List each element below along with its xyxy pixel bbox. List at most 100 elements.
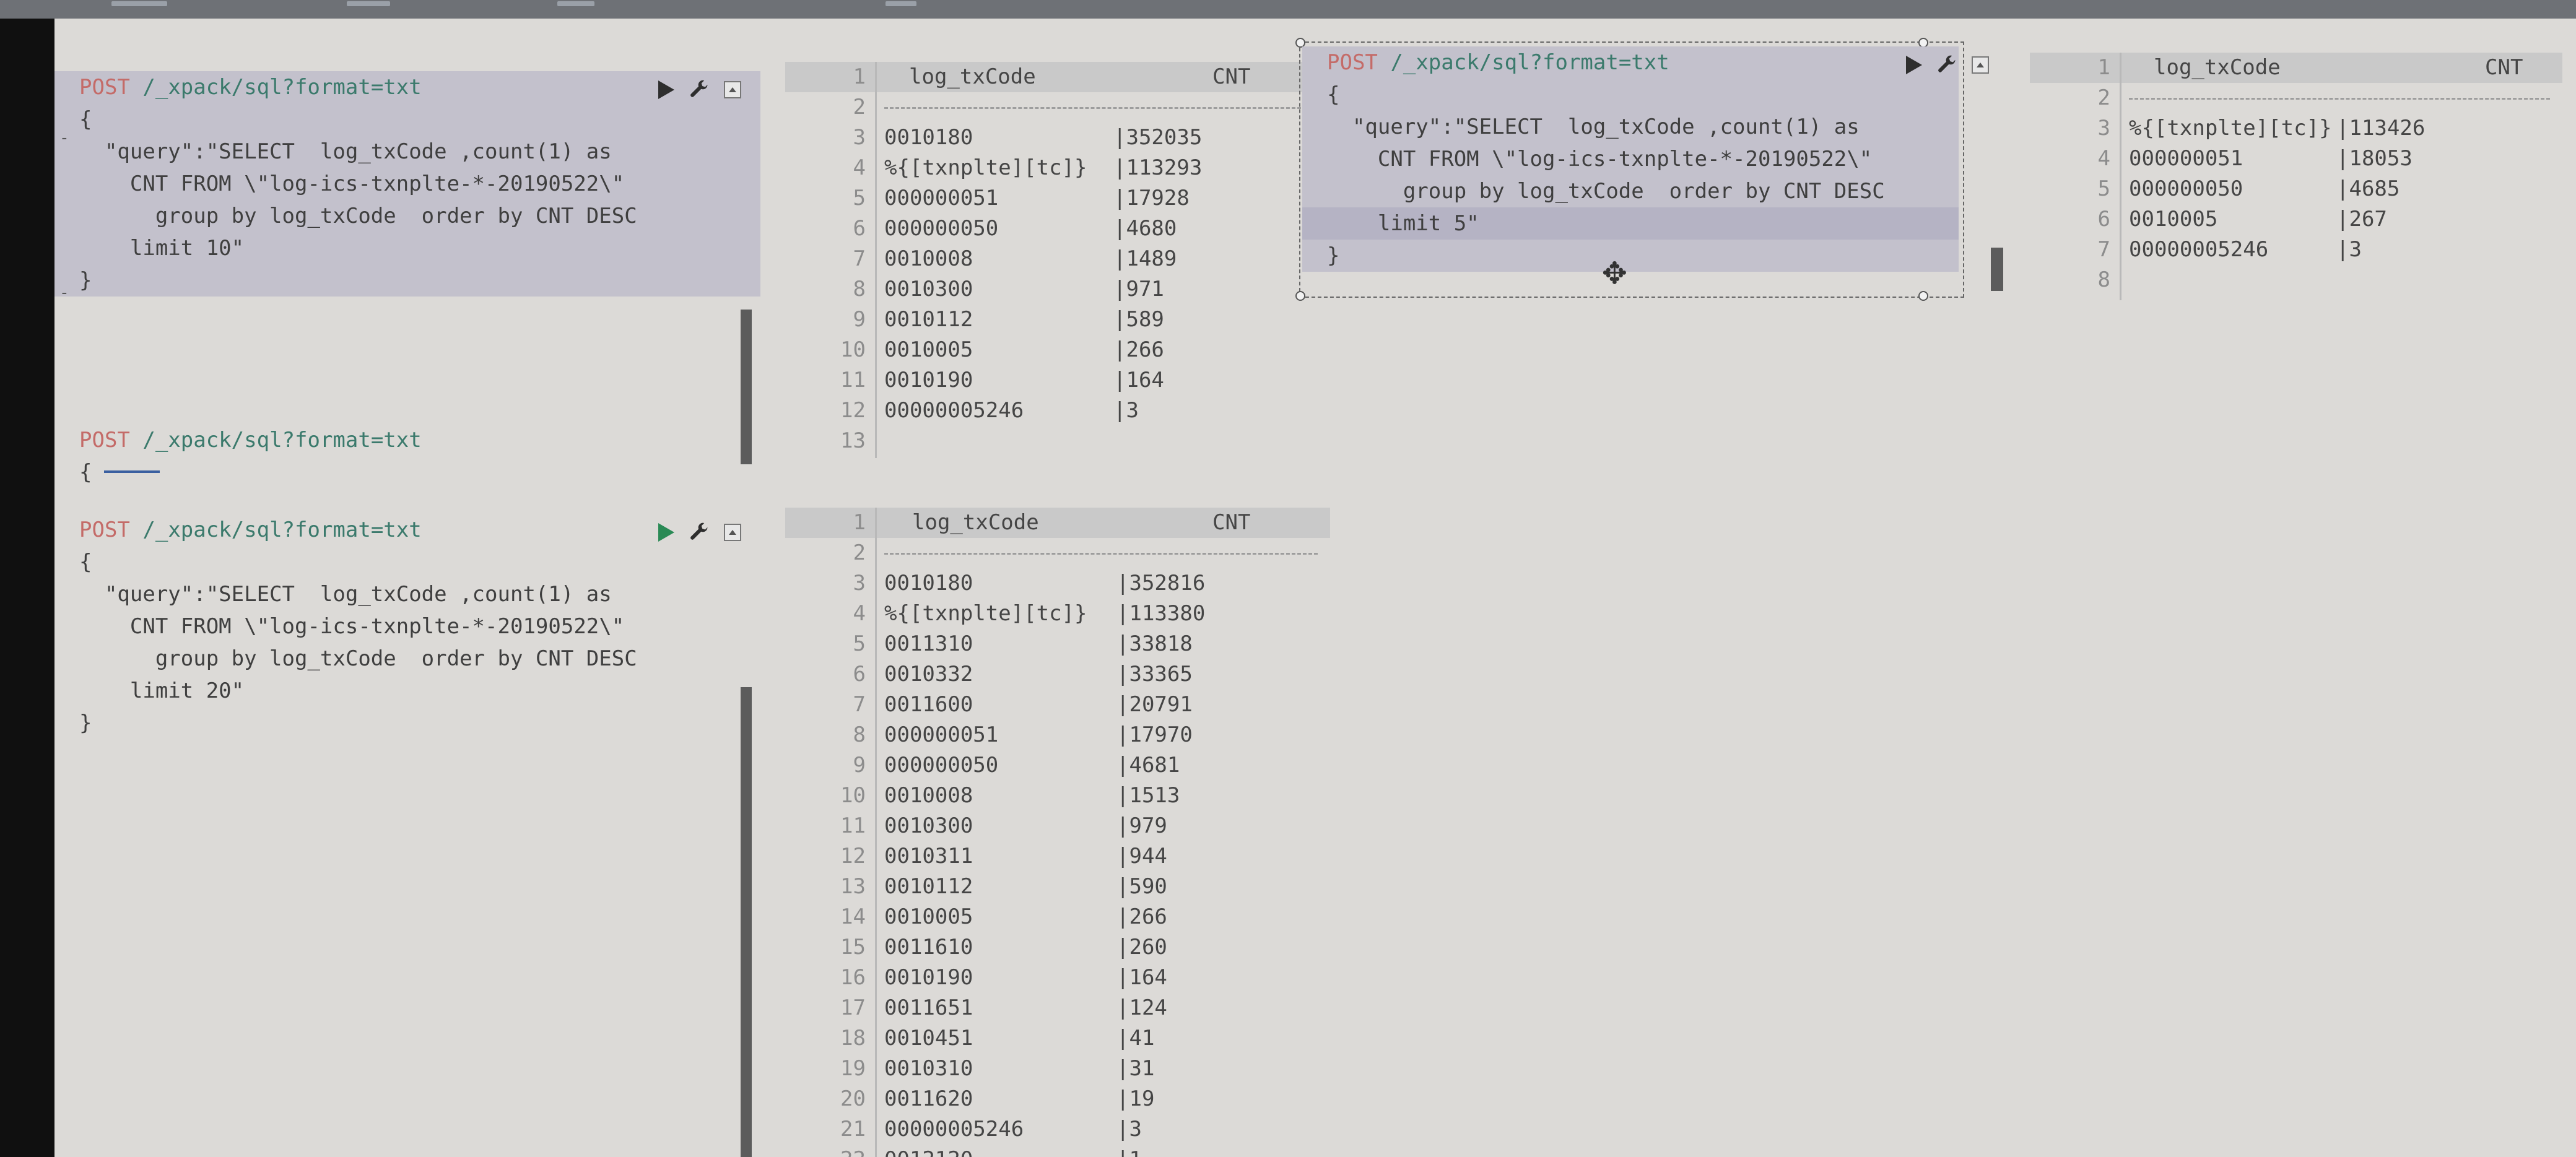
response-panel-3: 1 log_txCode CNT 2 3 0010180 |352816 4 %{[txnp… — [785, 489, 1330, 1157]
top-tab-1[interactable] — [111, 1, 167, 6]
result-row: 3 0010180 |352035 — [785, 123, 1330, 153]
editor-line: "query":"SELECT log_txCode ,count(1) as — [79, 582, 612, 607]
result-row: 11 0010300 |979 — [785, 811, 1330, 841]
line-number: 6 — [853, 662, 866, 687]
wrench-icon[interactable] — [688, 79, 710, 101]
count-cell: |31 — [1116, 1056, 1155, 1081]
run-request-icon[interactable] — [658, 523, 674, 542]
line-number: 3 — [2097, 116, 2110, 141]
line-number: 21 — [840, 1117, 866, 1142]
run-request-icon[interactable] — [658, 80, 674, 99]
line-number: 11 — [840, 368, 866, 392]
line-number: 9 — [853, 753, 866, 778]
line-number: 13 — [840, 428, 866, 453]
monitor-bezel — [0, 19, 54, 1157]
request-editor-1[interactable]: POST /_xpack/sql?format=txt { "query":"S… — [54, 53, 760, 485]
count-cell: |124 — [1116, 995, 1167, 1020]
tx-code-cell: %{[txnplte][tc]} — [2129, 116, 2332, 141]
request-editor-3[interactable]: POST /_xpack/sql?format=txt { "query":"S… — [54, 514, 760, 1157]
tx-code-cell: 0010008 — [884, 246, 973, 271]
count-value: 164 — [1126, 368, 1164, 392]
editor-scrollbar[interactable] — [741, 687, 752, 1157]
tx-code-cell: 0010332 — [884, 662, 973, 687]
column-header-code: log_txCode — [909, 64, 1036, 89]
count-value: 266 — [1129, 904, 1167, 929]
editor-line: limit 10" — [54, 232, 760, 264]
top-tab-3[interactable] — [557, 1, 594, 6]
count-cell: |113426 — [2336, 116, 2426, 141]
count-value: 590 — [1129, 874, 1167, 899]
request-path: /_xpack/sql?format=txt — [142, 518, 422, 542]
line-number: 13 — [840, 874, 866, 899]
count-value: 266 — [1126, 337, 1164, 362]
column-header-code: log_txCode — [2154, 55, 2281, 80]
count-value: 1 — [1129, 1147, 1141, 1157]
count-value: 33818 — [1129, 631, 1193, 656]
scroll-up-button[interactable] — [1972, 56, 1989, 74]
line-number: 12 — [840, 398, 866, 423]
tx-code-cell: 0010300 — [884, 813, 973, 838]
count-cell: |4681 — [1116, 753, 1180, 778]
request-actions-1 — [658, 79, 741, 101]
count-cell: |260 — [1116, 935, 1167, 960]
count-value: 267 — [2349, 207, 2387, 232]
count-value: 33365 — [1129, 662, 1193, 687]
kibana-console-screen: POST /_xpack/sql?format=txt { "query":"S… — [54, 19, 2576, 1157]
count-cell: |1513 — [1116, 783, 1180, 808]
wrench-icon[interactable] — [1936, 54, 1958, 76]
request-actions-2 — [1906, 54, 1989, 76]
result-row: 3 %{[txnplte][tc]} |113426 — [2030, 113, 2562, 144]
editor-line: group by log_txCode order by CNT DESC — [79, 646, 637, 671]
result-header-row: 1 log_txCode CNT — [785, 62, 1330, 92]
result-row: 6 000000050 |4680 — [785, 214, 1330, 244]
line-number: 5 — [853, 631, 866, 656]
fold-marker[interactable]: - — [59, 277, 69, 309]
count-cell: |113380 — [1116, 601, 1206, 626]
editor-line: } — [79, 711, 92, 735]
editor-scrollbar[interactable] — [741, 310, 752, 464]
count-cell: |41 — [1116, 1026, 1155, 1051]
count-cell: |3 — [1113, 398, 1139, 423]
tx-code-cell: 0010112 — [884, 307, 973, 332]
tx-code-cell: 000000050 — [2129, 176, 2243, 201]
line-number: 10 — [840, 783, 866, 808]
editor-scrollbar[interactable] — [1991, 248, 2003, 291]
line-number: 1 — [853, 510, 866, 535]
request-editor-2[interactable]: POST /_xpack/sql?format=txt { "query":"S… — [1302, 46, 1989, 294]
gutter-divider — [875, 62, 877, 458]
count-value: 4680 — [1126, 216, 1177, 241]
count-value: 971 — [1126, 277, 1164, 301]
count-cell: |979 — [1116, 813, 1167, 838]
scroll-up-button[interactable] — [724, 524, 741, 541]
result-row: 7 00000005246 |3 — [2030, 235, 2562, 265]
count-value: 31 — [1129, 1056, 1155, 1081]
tx-code-cell: 000000050 — [884, 216, 999, 241]
count-cell: |4685 — [2336, 176, 2400, 201]
column-header-count: CNT — [2485, 55, 2523, 80]
run-request-icon[interactable] — [1906, 56, 1922, 74]
top-tab-2[interactable] — [347, 1, 390, 6]
tx-code-cell: 0010311 — [884, 844, 973, 869]
tx-code-cell: %{[txnplte][tc]} — [884, 155, 1087, 180]
count-cell: |19 — [1116, 1086, 1155, 1111]
count-value: 1489 — [1126, 246, 1177, 271]
editor-line: "query":"SELECT log_txCode ,count(1) as — [1302, 111, 1959, 143]
result-row-empty: 8 — [2030, 265, 2562, 295]
fold-marker[interactable]: - — [59, 122, 69, 154]
result-header-row: 1 log_txCode CNT — [785, 508, 1330, 538]
editor-line: CNT FROM \"log-ics-txnplte-*-20190522\" — [1302, 143, 1959, 175]
count-value: 260 — [1129, 935, 1167, 960]
line-number: 3 — [853, 125, 866, 150]
top-tab-4[interactable] — [886, 1, 916, 6]
count-value: 17928 — [1126, 186, 1190, 210]
line-number: 6 — [853, 216, 866, 241]
scroll-up-button[interactable] — [724, 81, 741, 98]
http-method: POST — [79, 518, 130, 542]
count-cell: |1489 — [1113, 246, 1177, 271]
count-cell: |164 — [1116, 965, 1167, 990]
column-header-code: log_txCode — [912, 510, 1039, 535]
result-row: 10 0010005 |266 — [785, 335, 1330, 365]
wrench-icon[interactable] — [688, 521, 710, 544]
editor-line: } — [1302, 240, 1959, 272]
line-number: 4 — [853, 601, 866, 626]
